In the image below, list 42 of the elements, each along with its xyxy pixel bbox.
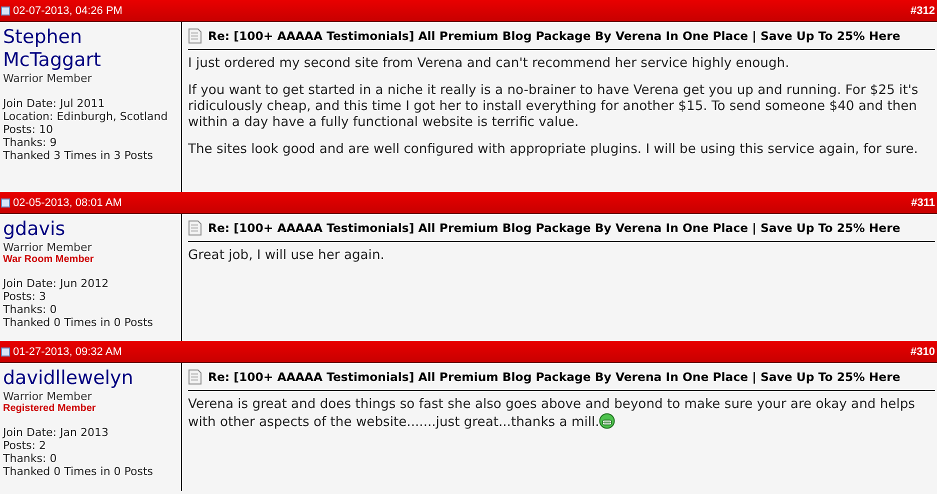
user-rank: Warrior Member	[3, 72, 93, 85]
user-detail: Thanks: 0	[3, 303, 58, 316]
grinning-smiley-icon	[599, 413, 616, 429]
username-link[interactable]: gdavis	[3, 218, 178, 241]
post-text: I just ordered my second site from Verena and can't recommend her service highly enough.	[188, 56, 790, 72]
post-text: The sites look good and are well configured with appropriate plugins. I will be using this service again, for sure.	[188, 142, 919, 158]
post-date: 01-27-2013, 09:32 AM	[13, 346, 122, 358]
user-detail: Thanked 0 Times in 0 Posts	[3, 465, 154, 478]
post-icon	[1, 198, 11, 208]
user-detail: Join Date: Jan 2013	[3, 426, 110, 439]
post-number[interactable]: #312	[910, 4, 935, 16]
post-date: 02-07-2013, 04:26 PM	[13, 4, 122, 16]
user-detail: Thanks: 0	[3, 452, 58, 465]
member-group-label: Registered Member	[3, 403, 97, 414]
post-title: Re: [100+ AAAAA Testimonials] All Premium Blog Package By Verena In One Place | Save Up To 25% Here	[208, 370, 900, 384]
post-title: Re: [100+ AAAAA Testimonials] All Premium Blog Package By Verena In One Place | Save Up To 25% Here	[208, 29, 900, 43]
post-text: Verena is great and does things so fast she also goes above and beyond to make sure your are okay and helps with other aspects of the website.......just great...thanks a mill.	[188, 397, 916, 431]
document-icon	[188, 369, 202, 385]
member-group-label: War Room Member	[3, 254, 95, 265]
user-rank: Warrior Member	[3, 241, 93, 254]
post-text: If you want to get started in a niche it really is a no-brainer to have Verena get you up and running. For $25 it's ridiculously cheap, and this time I got her to install everything for another $15. To send someone $40 and then within a day have a fully functional website is terrific value.	[188, 83, 920, 131]
post-date: 02-05-2013, 08:01 AM	[13, 196, 122, 208]
user-rank: Warrior Member	[3, 390, 93, 403]
user-detail: Posts: 2	[3, 439, 47, 452]
user-detail: Posts: 3	[3, 290, 47, 303]
post-number[interactable]: #310	[910, 346, 935, 358]
user-detail: Location: Edinburgh, Scotland	[3, 110, 169, 123]
user-detail: Join Date: Jun 2012	[3, 277, 110, 290]
user-detail: Thanked 0 Times in 0 Posts	[3, 316, 154, 329]
document-icon	[188, 220, 202, 236]
post-text: Great job, I will use her again.	[188, 248, 386, 264]
post-icon	[1, 346, 11, 356]
post-icon	[1, 6, 11, 16]
post-number[interactable]: #311	[911, 196, 935, 208]
post-title: Re: [100+ AAAAA Testimonials] All Premium Blog Package By Verena In One Place | Save Up To 25% Here	[208, 221, 900, 235]
user-detail: Posts: 10	[3, 123, 54, 136]
username-link[interactable]: Stephen McTaggart	[3, 26, 178, 72]
user-detail: Thanked 3 Times in 3 Posts	[3, 149, 154, 162]
user-detail: Thanks: 9	[3, 136, 58, 149]
user-detail: Join Date: Jul 2011	[3, 97, 106, 110]
document-icon	[188, 28, 202, 44]
username-link[interactable]: davidllewelyn	[3, 367, 178, 390]
